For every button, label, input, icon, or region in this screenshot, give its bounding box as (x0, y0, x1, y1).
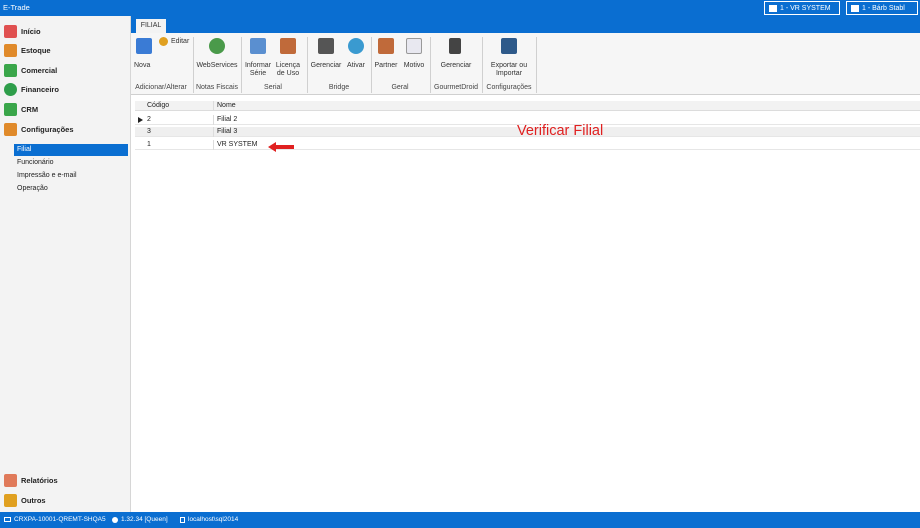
sidebar-item-estoque[interactable]: Estoque (4, 42, 51, 58)
people-icon (4, 102, 17, 116)
database-icon (180, 516, 185, 523)
informar-serie-button[interactable]: Informar Série (244, 38, 272, 80)
gerenciar-gourmet-button[interactable]: Gerenciar (436, 38, 476, 74)
editar-button[interactable]: Editar (159, 37, 193, 49)
ativar-button[interactable]: Ativar (343, 38, 369, 74)
app-title: E-Trade (3, 3, 30, 12)
reports-icon (4, 473, 17, 487)
sidebar-subitem-operacao[interactable]: Operação (14, 183, 128, 195)
group-configuracoes: Configurações (486, 84, 532, 91)
sidebar-item-comercial[interactable]: Comercial (4, 62, 57, 78)
status-machine: CRXPA-10001-QREMT-SHQA5 (4, 516, 106, 523)
reason-icon (406, 38, 422, 54)
tab-filial[interactable]: FILIAL (136, 19, 166, 33)
licenca-uso-button[interactable]: Licença de Uso (274, 38, 302, 80)
title-bar: E-Trade 1 - VR SYSTEM 1 - Bárb Stabl (0, 0, 920, 16)
column-header-codigo[interactable]: Código (147, 102, 169, 109)
group-bridge: Bridge (328, 84, 350, 91)
computer-icon (4, 517, 11, 522)
antenna-icon (209, 38, 225, 54)
column-divider (213, 127, 214, 137)
sidebar-item-financeiro[interactable]: Financeiro (4, 81, 59, 97)
column-header-nome[interactable]: Nome (217, 102, 236, 109)
sidebar-item-crm[interactable]: CRM (4, 101, 38, 117)
sidebar-item-inicio[interactable]: Início (4, 23, 41, 39)
home-icon (4, 24, 17, 38)
webservices-button[interactable]: WebServices (195, 38, 239, 74)
save-export-icon (501, 38, 517, 54)
sidebar-item-outros[interactable]: Outros (4, 492, 46, 508)
company-label: 1 - VR SYSTEM (780, 4, 831, 12)
table-row[interactable]: 1 VR SYSTEM (135, 140, 920, 150)
user-selector-button[interactable]: 1 - Bárb Stabl (846, 1, 918, 15)
sidebar-item-relatorios[interactable]: Relatórios (4, 472, 58, 488)
ribbon-tab-bar (131, 16, 920, 33)
cell-nome: Filial 2 (217, 116, 238, 123)
column-divider (213, 101, 214, 111)
group-gourmetdroid: GourmetDroid (434, 84, 478, 91)
annotation-arrow-left (268, 142, 294, 152)
edit-icon (159, 37, 168, 46)
phone-icon (449, 38, 461, 54)
users-icon (851, 4, 859, 12)
group-notas-fiscais: Notas Fiscais (195, 84, 238, 91)
partner-button[interactable]: Partner (372, 38, 400, 74)
others-icon (4, 493, 17, 507)
motivo-button[interactable]: Motivo (400, 38, 428, 74)
cell-codigo: 3 (147, 128, 151, 135)
group-adicionar-alterar: Adicionar/Alterar (135, 84, 187, 91)
cell-codigo: 1 (147, 141, 151, 148)
user-label: 1 - Bárb Stabl (862, 4, 905, 12)
status-bar: CRXPA-10001-QREMT-SHQA5 1.32.34 [Queen] … (0, 512, 920, 528)
id-card-icon (250, 38, 266, 54)
sidebar-subitem-funcionario[interactable]: Funcionário (14, 157, 128, 169)
new-icon (136, 38, 152, 54)
table-header: Código Nome (135, 101, 920, 111)
company-selector-button[interactable]: 1 - VR SYSTEM (764, 1, 840, 15)
column-divider (213, 115, 214, 125)
annotation-text: Verificar Filial (517, 123, 604, 139)
globe-icon (348, 38, 364, 54)
gerenciar-bridge-button[interactable]: Gerenciar (309, 38, 343, 74)
commerce-icon (4, 63, 17, 77)
cell-nome: VR SYSTEM (217, 141, 258, 148)
sidebar: Início Estoque Comercial Financeiro CRM … (0, 16, 131, 512)
status-database: localhost\sql2014 (180, 516, 238, 523)
column-divider (213, 140, 214, 150)
exportar-importar-button[interactable]: Exportar ou Importar (484, 38, 534, 80)
boxes-icon (4, 43, 17, 57)
cell-nome: Filial 3 (217, 128, 238, 135)
cell-codigo: 2 (147, 116, 151, 123)
group-geral: Geral (391, 84, 409, 91)
user-license-icon (280, 38, 296, 54)
ribbon-separator (536, 37, 537, 93)
partner-icon (378, 38, 394, 54)
status-version: 1.32.34 [Queen] (112, 516, 168, 523)
books-icon (318, 38, 334, 54)
sidebar-subitem-filial[interactable]: Filial (14, 144, 128, 156)
group-serial: Serial (264, 84, 282, 91)
bug-icon (112, 516, 118, 523)
settings-icon (4, 122, 17, 136)
sidebar-subitem-impressao[interactable]: Impressão e e-mail (14, 170, 128, 182)
row-indicator-icon (138, 117, 143, 123)
nova-button[interactable]: Nova (134, 38, 154, 74)
company-icon (769, 4, 777, 12)
sidebar-item-configuracoes[interactable]: Configurações (4, 121, 74, 137)
money-icon (4, 82, 17, 96)
ribbon: Nova Editar Adicionar/Alterar WebService… (131, 33, 920, 95)
